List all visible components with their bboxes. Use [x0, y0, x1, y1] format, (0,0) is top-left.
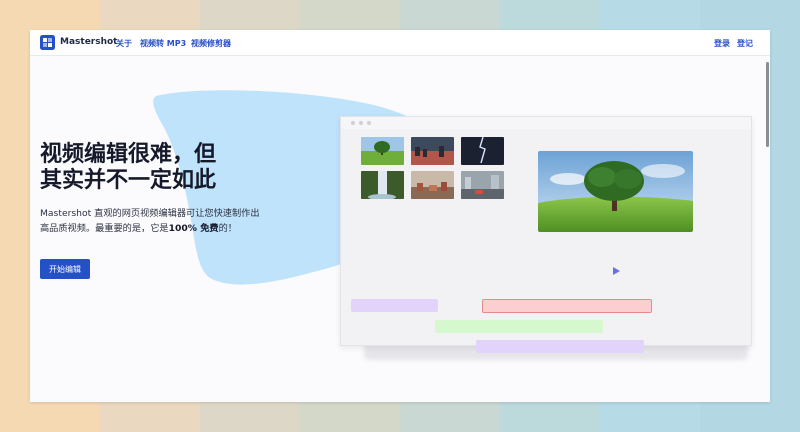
- timeline-clip-purple[interactable]: [351, 299, 438, 312]
- hero-title-line-2: 其实并不一定如此: [40, 168, 217, 193]
- nav-link-video-to-mp3[interactable]: 视频转 MP3: [140, 38, 186, 49]
- thumbnail-traffic-street[interactable]: [461, 171, 504, 199]
- hero-description: Mastershot 直观的网页视频编辑器可让您快速制作出高品质视频。最重要的是…: [40, 206, 265, 236]
- nav-link-about[interactable]: 关于: [116, 38, 132, 49]
- window-dot-icon: [359, 121, 363, 125]
- free-emphasis: 100% 免费: [168, 223, 219, 234]
- login-link[interactable]: 登录: [714, 38, 730, 49]
- hero-title-line-1: 视频编辑很难，但: [40, 142, 217, 167]
- mastershot-logo-icon[interactable]: [40, 35, 55, 50]
- window-dot-icon: [367, 121, 371, 125]
- thumbnail-city-aerial[interactable]: [411, 171, 454, 199]
- register-link[interactable]: 登记: [737, 38, 753, 49]
- video-preview[interactable]: [538, 151, 693, 232]
- brand-name[interactable]: Mastershot: [60, 37, 117, 47]
- mockup-titlebar: [341, 117, 751, 129]
- window-dot-icon: [351, 121, 355, 125]
- timeline-clip-purple-2[interactable]: [476, 340, 644, 353]
- page-scrollbar[interactable]: [766, 62, 769, 147]
- nav-link-video-trimmer[interactable]: 视频修剪器: [191, 38, 231, 49]
- editor-mockup: [340, 116, 752, 353]
- thumbnail-lightning-storm[interactable]: [461, 137, 504, 165]
- thumbnail-sunset-city[interactable]: [411, 137, 454, 165]
- top-nav: Mastershot 关于 视频转 MP3 视频修剪器 登录 登记: [30, 30, 770, 56]
- start-editing-button[interactable]: 开始编辑: [40, 259, 90, 279]
- thumbnail-waterfall[interactable]: [361, 171, 404, 199]
- play-icon[interactable]: [613, 267, 620, 275]
- timeline-clip-red[interactable]: [482, 299, 652, 313]
- browser-page: Mastershot 关于 视频转 MP3 视频修剪器 登录 登记 视频编辑很难…: [30, 30, 770, 402]
- thumbnail-tree-meadow[interactable]: [361, 137, 404, 165]
- hero-title: 视频编辑很难，但 其实并不一定如此: [40, 142, 255, 194]
- hero-description-end: 的！: [218, 223, 237, 234]
- timeline-clip-green[interactable]: [435, 320, 603, 333]
